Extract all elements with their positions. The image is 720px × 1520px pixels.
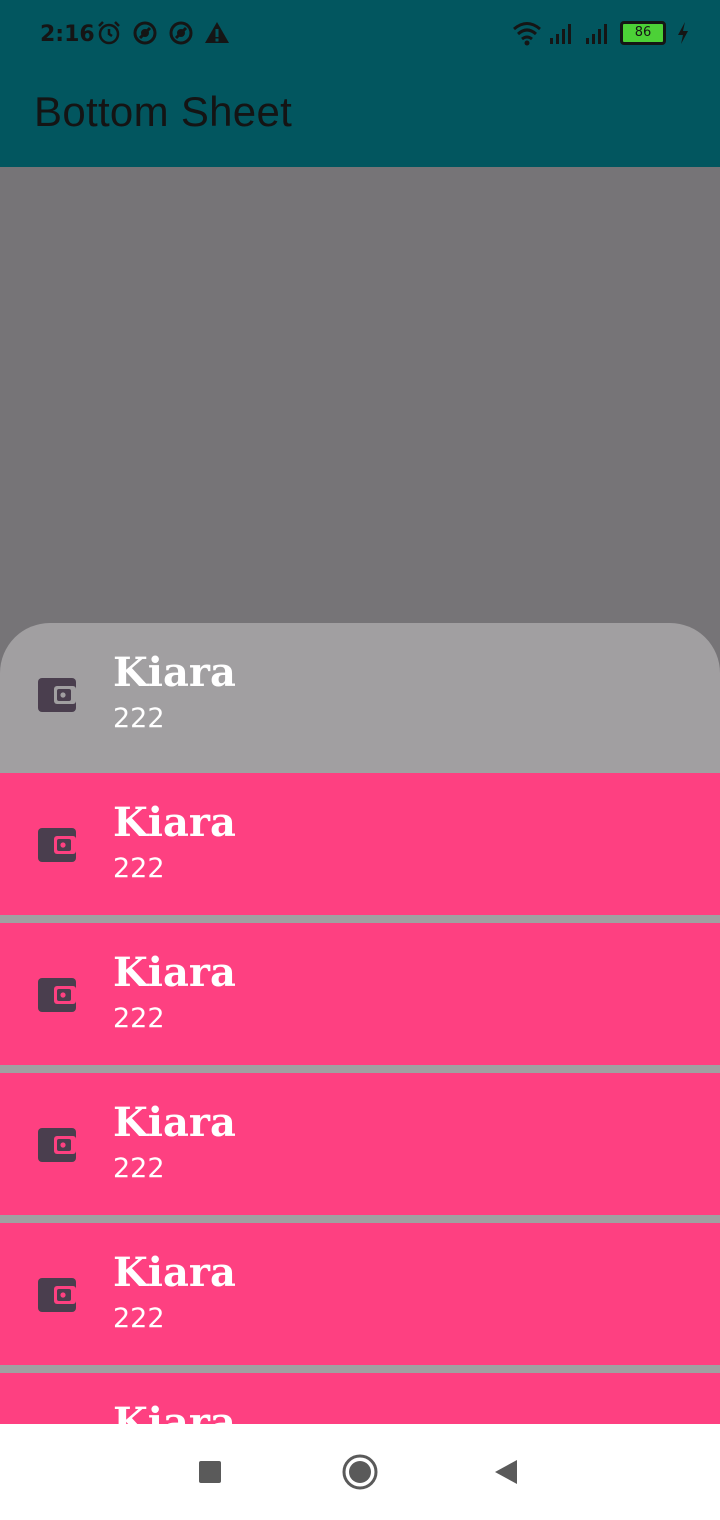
back-icon[interactable] [488, 1452, 528, 1492]
data-saver-icon [168, 20, 194, 46]
recents-icon[interactable] [190, 1452, 230, 1492]
charging-icon [676, 20, 690, 46]
list-item-subtitle: 222 [113, 853, 165, 884]
wallet-icon [38, 1126, 76, 1164]
battery-icon: 86 [620, 21, 666, 45]
home-icon[interactable] [340, 1452, 380, 1492]
list-item-subtitle: 222 [113, 1003, 165, 1034]
alarm-icon [96, 20, 122, 46]
page-title: Bottom Sheet [34, 88, 293, 135]
scrim-overlay[interactable] [0, 167, 720, 623]
wallet-icon [38, 826, 76, 864]
list-item[interactable]: Kiara [0, 1373, 720, 1424]
list-item[interactable]: Kiara 222 [0, 1223, 720, 1365]
navigation-bar [0, 1424, 720, 1520]
wallet-icon [38, 976, 76, 1014]
warning-icon [204, 20, 230, 46]
app-bar: Bottom Sheet [0, 70, 720, 167]
list-item-title: Kiara [113, 1399, 236, 1424]
list-item[interactable]: Kiara 222 [0, 623, 720, 765]
data-saver-icon [132, 20, 158, 46]
list-item-title: Kiara [113, 949, 236, 996]
list-item[interactable]: Kiara 222 [0, 923, 720, 1065]
status-bar: 2:16 86 [0, 0, 720, 70]
list-item-subtitle: 222 [113, 1303, 165, 1334]
list-item-subtitle: 222 [113, 1153, 165, 1184]
list-item-title: Kiara [113, 1249, 236, 1296]
status-time: 2:16 [40, 22, 95, 47]
list-item-subtitle: 222 [113, 703, 165, 734]
signal-icon [584, 20, 610, 46]
signal-icon [548, 20, 574, 46]
bottom-sheet: Kiara 222 Kiara 222 Kiara 222 Kiara 222 … [0, 623, 720, 1424]
list-item[interactable]: Kiara 222 [0, 773, 720, 915]
wallet-icon [38, 1276, 76, 1314]
list-item-title: Kiara [113, 649, 236, 696]
wallet-icon [38, 676, 76, 714]
list-item[interactable]: Kiara 222 [0, 1073, 720, 1215]
list-item-title: Kiara [113, 1099, 236, 1146]
list-item-title: Kiara [113, 799, 236, 846]
wifi-icon [512, 20, 541, 46]
